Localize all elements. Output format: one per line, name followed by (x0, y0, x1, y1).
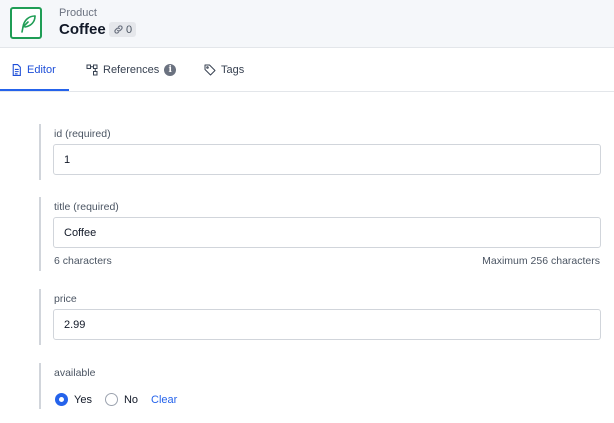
tab-tags-label: Tags (221, 64, 245, 76)
info-icon[interactable]: i (164, 64, 177, 76)
document-title: Coffee (59, 21, 106, 38)
price-field-group: price 2.99 (39, 289, 614, 345)
radio-no[interactable] (104, 393, 118, 406)
radio-yes[interactable] (55, 393, 68, 406)
tab-references[interactable]: References i (86, 48, 177, 92)
tab-bar: Editor References i Tags (0, 48, 614, 92)
available-label: available (54, 367, 96, 379)
title-input[interactable]: Coffee (53, 217, 601, 248)
radio-yes-label[interactable]: Yes (74, 394, 92, 406)
document-header: Product Coffee 0 (0, 0, 614, 48)
id-field-group: id (required) 1 (39, 124, 614, 180)
tab-editor-label: Editor (27, 64, 56, 76)
document-type: Product (59, 7, 97, 19)
title-label: title (required) (54, 201, 119, 213)
price-input[interactable]: 2.99 (53, 309, 601, 340)
link-icon (114, 25, 123, 34)
available-field-group: available Yes No Clear (39, 363, 614, 409)
tag-icon (204, 64, 216, 76)
title-max-chars: Maximum 256 characters (482, 255, 600, 267)
references-icon (86, 64, 98, 76)
title-char-count: 6 characters (54, 255, 112, 267)
tab-tags[interactable]: Tags (204, 48, 244, 92)
available-radio-group: Yes No Clear (55, 393, 177, 406)
references-badge[interactable]: 0 (109, 22, 137, 37)
tab-references-label: References (103, 64, 160, 76)
references-count: 0 (126, 23, 133, 36)
clear-selection-link[interactable]: Clear (151, 394, 177, 406)
id-input[interactable]: 1 (53, 144, 601, 175)
id-label: id (required) (54, 128, 111, 140)
active-tab-indicator (0, 89, 69, 91)
document-icon (12, 64, 21, 76)
radio-no-label[interactable]: No (124, 394, 138, 406)
title-field-group: title (required) Coffee 6 characters Max… (39, 197, 614, 271)
price-label: price (54, 293, 77, 305)
feather-icon (10, 7, 42, 39)
tab-editor[interactable]: Editor (11, 48, 56, 92)
